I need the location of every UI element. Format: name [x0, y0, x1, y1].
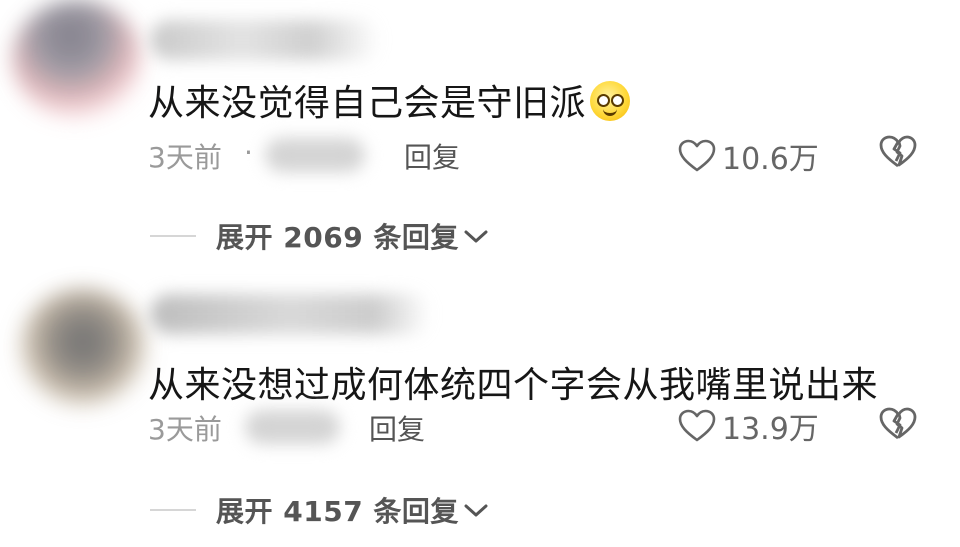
heart-outline-icon [678, 409, 716, 442]
reply-button[interactable]: 回复 [369, 408, 425, 448]
divider-line [150, 509, 196, 511]
comment-text: 从来没觉得自己会是守旧派 [148, 74, 631, 126]
avatar[interactable] [18, 288, 148, 408]
like-count: 13.9万 [722, 412, 819, 447]
chevron-down-icon [464, 504, 488, 517]
username-blurred[interactable] [150, 20, 380, 60]
heart-outline-icon [678, 139, 716, 172]
broken-heart-icon [879, 407, 917, 440]
reply-button[interactable]: 回复 [404, 136, 460, 176]
avatar[interactable] [12, 0, 142, 120]
comment-time: 3天前 [148, 141, 222, 174]
meta-separator: · [244, 136, 253, 169]
expand-replies[interactable]: 展开 4157 条回复 [0, 490, 489, 530]
expand-replies-label: 展开 4157 条回复 [216, 495, 459, 528]
location-blurred [265, 138, 365, 172]
location-blurred [245, 410, 340, 444]
dislike-button[interactable] [878, 134, 918, 174]
dislike-button[interactable] [878, 406, 918, 446]
comment-text-content: 从来没觉得自己会是守旧派 [148, 83, 587, 124]
comment-time: 3天前 [148, 413, 222, 446]
comment-item: 从来没觉得自己会是守旧派 3天前 · 回复 10.6万 展开 2069 条回复 [0, 0, 960, 280]
like-count: 10.6万 [722, 142, 819, 177]
expand-replies-label: 展开 2069 条回复 [216, 221, 459, 254]
like-button[interactable]: 10.6万 [678, 134, 819, 178]
expand-replies[interactable]: 展开 2069 条回复 [0, 216, 489, 256]
username-blurred[interactable] [150, 294, 430, 334]
broken-heart-icon [879, 135, 917, 168]
like-button[interactable]: 13.9万 [678, 404, 819, 448]
comment-text: 从来没想过成何体统四个字会从我嘴里说出来 [148, 365, 879, 406]
divider-line [150, 235, 196, 237]
smiling-face-emoji-icon [590, 81, 631, 121]
chevron-down-icon [464, 230, 488, 243]
comment-item: 从来没想过成何体统四个字会从我嘴里说出来 3天前 回复 13.9万 展开 415… [0, 280, 960, 547]
